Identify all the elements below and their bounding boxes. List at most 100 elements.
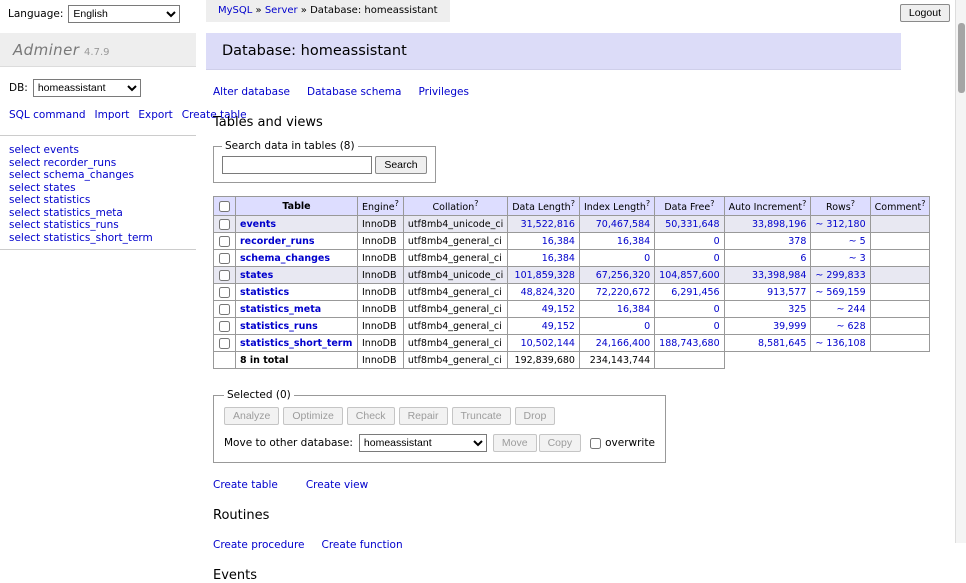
- data-length-link-events[interactable]: 31,522,816: [521, 219, 575, 230]
- data-free-link-states[interactable]: 104,857,600: [659, 270, 719, 281]
- table-link-states[interactable]: states: [240, 270, 273, 281]
- table-link-statistics_runs[interactable]: statistics_runs: [240, 321, 318, 332]
- auto-increment-link-events[interactable]: 33,898,196: [752, 219, 806, 230]
- data-length-link-statistics[interactable]: 48,824,320: [521, 287, 575, 298]
- sidebar-table-link-statistics_meta[interactable]: statistics_meta: [44, 207, 123, 219]
- data-free-link-schema_changes[interactable]: 0: [714, 253, 720, 264]
- table-link-statistics[interactable]: statistics: [240, 287, 289, 298]
- rows-link-schema_changes[interactable]: ~ 3: [849, 253, 866, 264]
- data-free-link-events[interactable]: 50,331,648: [665, 219, 719, 230]
- auto-increment-link-statistics_meta[interactable]: 325: [788, 304, 806, 315]
- breadcrumb-link-server[interactable]: Server: [265, 5, 298, 16]
- auto-increment-link-schema_changes[interactable]: 6: [800, 253, 806, 264]
- data-free-link-statistics_short_term[interactable]: 188,743,680: [659, 338, 719, 349]
- data-length-link-statistics_runs[interactable]: 49,152: [542, 321, 575, 332]
- search-button[interactable]: Search: [375, 156, 426, 174]
- move-copy-button[interactable]: Copy: [539, 434, 582, 452]
- help-link[interactable]: ?: [571, 199, 575, 208]
- move-db-select[interactable]: homeassistant: [359, 434, 487, 452]
- op-drop-button[interactable]: Drop: [515, 407, 556, 425]
- table-link-schema_changes[interactable]: schema_changes: [240, 253, 330, 264]
- data-length-link-recorder_runs[interactable]: 16,384: [542, 236, 575, 247]
- help-link[interactable]: ?: [921, 199, 925, 208]
- sidebar-table-link-statistics_short_term[interactable]: statistics_short_term: [44, 232, 153, 244]
- table-link-statistics_meta[interactable]: statistics_meta: [240, 304, 321, 315]
- data-free-link-statistics[interactable]: 6,291,456: [671, 287, 719, 298]
- language-select[interactable]: English: [68, 5, 180, 23]
- sidebar-link-import[interactable]: Import: [95, 109, 130, 121]
- rows-link-statistics_runs[interactable]: ~ 628: [837, 321, 866, 332]
- help-link[interactable]: ?: [802, 199, 806, 208]
- help-link[interactable]: ?: [646, 199, 650, 208]
- index-length-link-schema_changes[interactable]: 0: [644, 253, 650, 264]
- row-checkbox-statistics_runs[interactable]: [219, 321, 230, 332]
- index-length-link-statistics[interactable]: 72,220,672: [596, 287, 650, 298]
- link-create-view[interactable]: Create view: [306, 479, 368, 491]
- overwrite-option[interactable]: overwrite: [589, 437, 655, 449]
- rows-link-states[interactable]: ~ 299,833: [815, 270, 865, 281]
- row-checkbox-states[interactable]: [219, 270, 230, 281]
- rows-link-statistics_meta[interactable]: ~ 244: [837, 304, 866, 315]
- link-database-schema[interactable]: Database schema: [307, 86, 401, 98]
- op-check-button[interactable]: Check: [347, 407, 395, 425]
- data-length-link-statistics_short_term[interactable]: 10,502,144: [521, 338, 575, 349]
- index-length-link-statistics_runs[interactable]: 0: [644, 321, 650, 332]
- index-length-link-recorder_runs[interactable]: 16,384: [617, 236, 650, 247]
- select-link-statistics[interactable]: select: [9, 194, 40, 206]
- row-checkbox-statistics[interactable]: [219, 287, 230, 298]
- select-link-statistics_short_term[interactable]: select: [9, 232, 40, 244]
- index-length-link-statistics_short_term[interactable]: 24,166,400: [596, 338, 650, 349]
- select-link-schema_changes[interactable]: select: [9, 169, 40, 181]
- sidebar-table-link-events[interactable]: events: [44, 144, 79, 156]
- data-length-link-statistics_meta[interactable]: 49,152: [542, 304, 575, 315]
- rows-link-recorder_runs[interactable]: ~ 5: [849, 236, 866, 247]
- auto-increment-link-statistics[interactable]: 913,577: [767, 287, 806, 298]
- rows-link-events[interactable]: ~ 312,180: [815, 219, 865, 230]
- select-link-statistics_meta[interactable]: select: [9, 207, 40, 219]
- auto-increment-link-statistics_short_term[interactable]: 8,581,645: [758, 338, 806, 349]
- data-free-link-recorder_runs[interactable]: 0: [714, 236, 720, 247]
- index-length-link-states[interactable]: 67,256,320: [596, 270, 650, 281]
- help-link[interactable]: ?: [474, 199, 478, 208]
- auto-increment-link-states[interactable]: 33,398,984: [752, 270, 806, 281]
- scrollbar-thumb[interactable]: [958, 23, 965, 93]
- auto-increment-link-recorder_runs[interactable]: 378: [788, 236, 806, 247]
- op-truncate-button[interactable]: Truncate: [452, 407, 511, 425]
- breadcrumb-link-mysql[interactable]: MySQL: [218, 5, 252, 16]
- select-link-states[interactable]: select: [9, 182, 40, 194]
- link-privileges[interactable]: Privileges: [418, 86, 469, 98]
- sidebar-table-link-recorder_runs[interactable]: recorder_runs: [44, 157, 117, 169]
- sidebar-link-sql-command[interactable]: SQL command: [9, 109, 86, 121]
- data-free-link-statistics_meta[interactable]: 0: [714, 304, 720, 315]
- index-length-link-events[interactable]: 70,467,584: [596, 219, 650, 230]
- data-length-link-schema_changes[interactable]: 16,384: [542, 253, 575, 264]
- sidebar-table-link-statistics[interactable]: statistics: [44, 194, 91, 206]
- sidebar-link-export[interactable]: Export: [138, 109, 172, 121]
- data-free-link-statistics_runs[interactable]: 0: [714, 321, 720, 332]
- op-repair-button[interactable]: Repair: [399, 407, 448, 425]
- row-checkbox-schema_changes[interactable]: [219, 253, 230, 264]
- auto-increment-link-statistics_runs[interactable]: 39,999: [773, 321, 806, 332]
- rows-link-statistics_short_term[interactable]: ~ 136,108: [815, 338, 865, 349]
- help-link[interactable]: ?: [395, 199, 399, 208]
- sidebar-table-link-schema_changes[interactable]: schema_changes: [44, 169, 134, 181]
- select-link-statistics_runs[interactable]: select: [9, 219, 40, 231]
- db-select[interactable]: homeassistant: [33, 79, 141, 97]
- row-checkbox-statistics_meta[interactable]: [219, 304, 230, 315]
- sidebar-table-link-statistics_runs[interactable]: statistics_runs: [44, 219, 119, 231]
- row-checkbox-statistics_short_term[interactable]: [219, 338, 230, 349]
- index-length-link-statistics_meta[interactable]: 16,384: [617, 304, 650, 315]
- table-link-events[interactable]: events: [240, 219, 276, 230]
- help-link[interactable]: ?: [710, 199, 714, 208]
- row-checkbox-events[interactable]: [219, 219, 230, 230]
- sidebar-table-link-states[interactable]: states: [44, 182, 76, 194]
- overwrite-checkbox[interactable]: [590, 438, 601, 449]
- row-checkbox-recorder_runs[interactable]: [219, 236, 230, 247]
- link-create-function[interactable]: Create function: [322, 539, 403, 551]
- link-create-procedure[interactable]: Create procedure: [213, 539, 305, 551]
- data-length-link-states[interactable]: 101,859,328: [515, 270, 575, 281]
- link-create-table[interactable]: Create table: [213, 479, 278, 491]
- select-link-events[interactable]: select: [9, 144, 40, 156]
- search-input[interactable]: [222, 156, 372, 174]
- op-optimize-button[interactable]: Optimize: [283, 407, 342, 425]
